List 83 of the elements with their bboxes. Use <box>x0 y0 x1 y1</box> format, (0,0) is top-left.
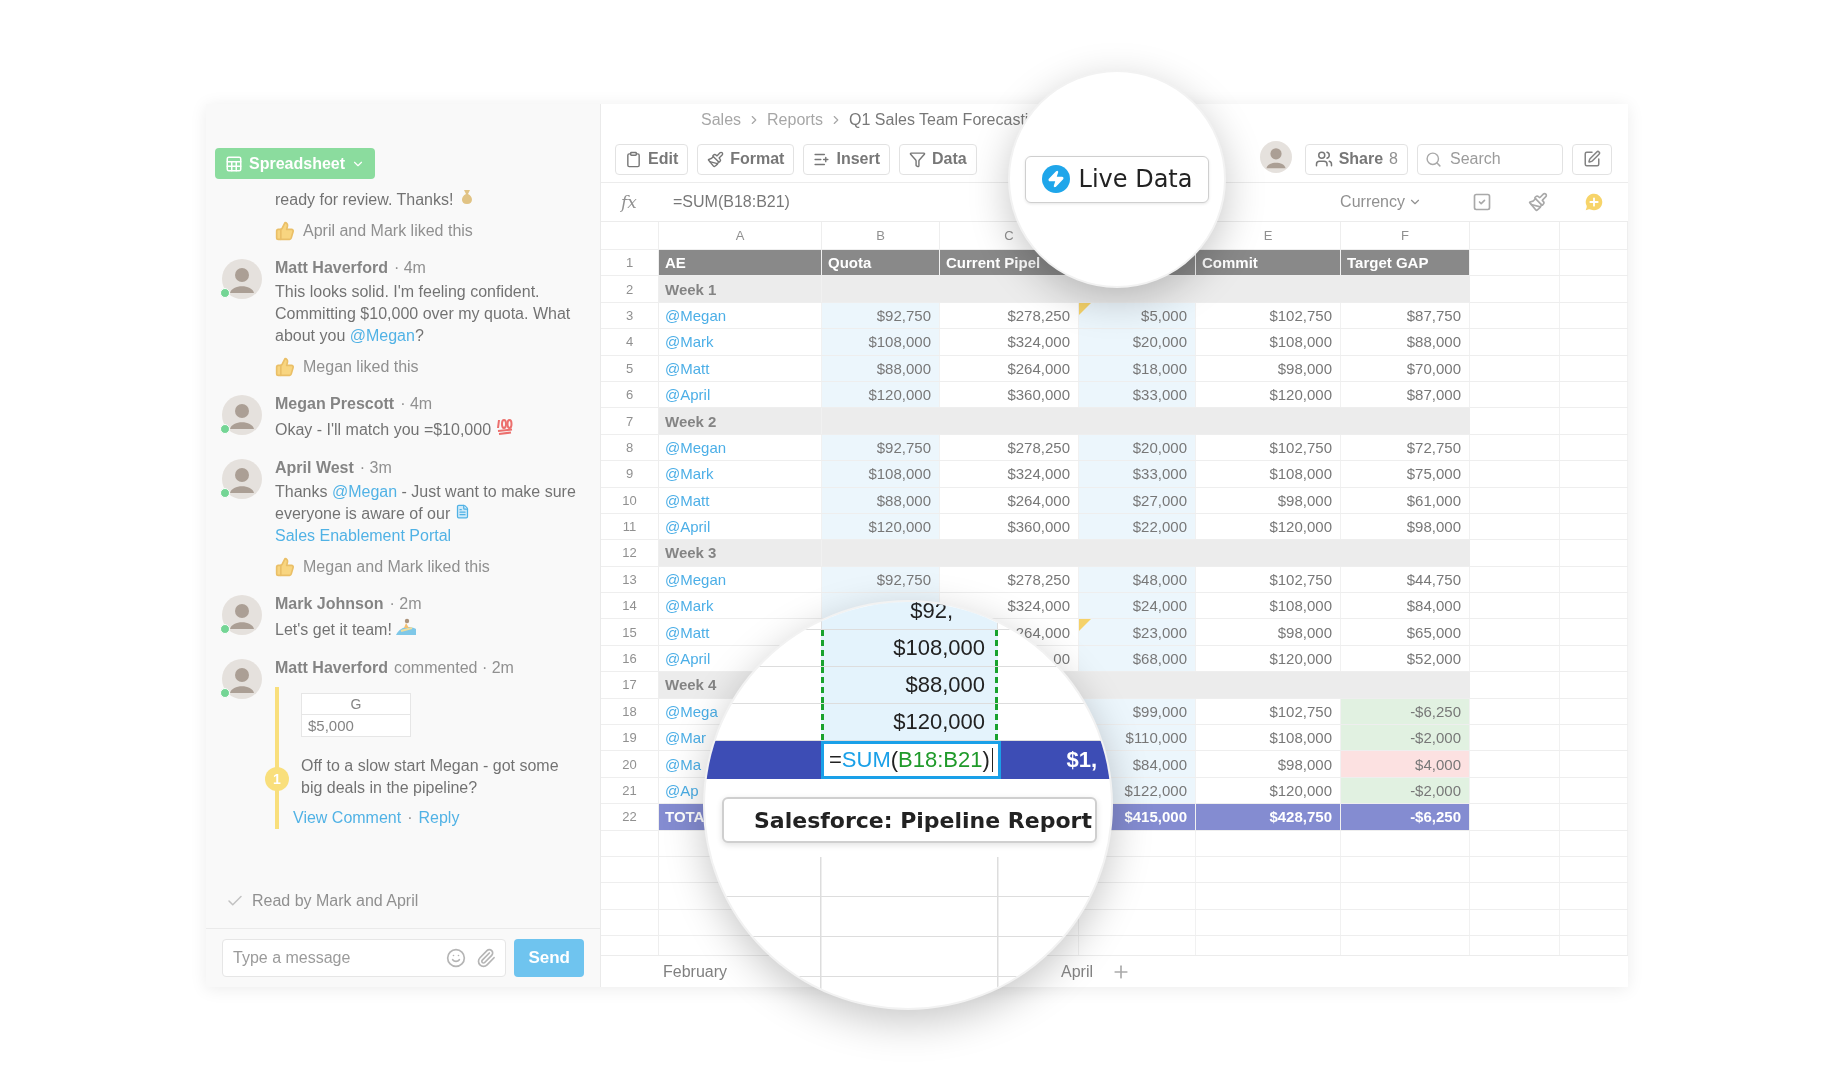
search-field[interactable]: Search <box>1417 143 1563 175</box>
column-title: Target GAP <box>1341 250 1470 276</box>
table-cell: $20,000 <box>1079 434 1196 461</box>
table-cell: $33,000 <box>1079 381 1196 408</box>
table-cell: $22,000 <box>1079 513 1196 540</box>
breadcrumb-link[interactable]: Sales <box>701 111 742 129</box>
table-cell: -$2,000 <box>1341 777 1470 804</box>
table-cell: $108,000 <box>821 630 998 666</box>
separator-dot: · <box>407 809 413 827</box>
author-name: Megan Prescott <box>275 395 395 413</box>
read-receipt: Read by Mark and April <box>252 892 419 910</box>
message-input[interactable]: Type a message <box>222 939 507 977</box>
toolbar-button[interactable]: Format <box>697 143 795 175</box>
table-cell: $27,000 <box>1079 487 1196 513</box>
table-cell: $92,750 <box>822 566 940 593</box>
author-name: April West <box>275 459 354 477</box>
message-time: · 4m <box>393 259 426 277</box>
week-label: Week 2 <box>659 408 822 434</box>
view-comment-link[interactable]: View Comment <box>293 809 402 827</box>
likes-text: Megan and Mark liked this <box>303 558 490 576</box>
message-time: · 2m <box>389 595 422 613</box>
message-time: · 4m <box>400 395 433 413</box>
table-cell: $5,000 <box>1079 302 1196 329</box>
table-cell: $4,000 <box>1341 751 1470 777</box>
toolbar-button[interactable]: Insert <box>803 143 891 175</box>
table-cell: $88,000 <box>822 487 940 513</box>
column-title: Quota <box>822 250 940 276</box>
message-text: This looks solid. I'm feeling confident. Committing $10,000 over my quota. What about you @Megan? <box>275 282 572 346</box>
author-name: Mark Johnson <box>275 595 384 613</box>
table-cell: $120,000 <box>822 513 940 540</box>
table-cell: $120,000 <box>821 704 998 740</box>
table-cell: $92,750 <box>822 434 940 461</box>
live-data-button[interactable]: Live Data <box>1024 155 1210 203</box>
table-cell: $120,000 <box>822 381 940 408</box>
message-time: commented · 2m <box>393 659 514 677</box>
week-label: Week 1 <box>659 276 822 302</box>
cell-value: $5,000 <box>307 716 355 736</box>
toolbar-button[interactable]: Data <box>899 143 977 175</box>
sheet-tab[interactable]: April <box>1053 956 1102 987</box>
breadcrumb-link[interactable]: Reports <box>767 111 824 129</box>
mention-link[interactable]: @Megan <box>349 327 415 344</box>
mention-link[interactable]: @Megan <box>331 483 398 500</box>
table-cell: $108,000 <box>822 329 940 355</box>
table-cell: $18,000 <box>1079 355 1196 381</box>
message-text: Thanks @Megan - Just want to make sure everyone is aware of our Sales Enablement Portal <box>275 482 577 546</box>
comment-badge: 1 <box>265 767 289 791</box>
message-text: Okay - I'll match you =$10,000 <box>275 417 588 441</box>
message-time: · 3m <box>359 459 392 477</box>
sheet-tab[interactable]: February <box>655 956 736 987</box>
author-name: Matt Haverford <box>275 659 388 677</box>
table-cell: -$6,250 <box>1341 698 1470 725</box>
table-cell: $88,000 <box>821 667 998 703</box>
table-cell: $23,000 <box>1079 619 1196 645</box>
currency-dropdown[interactable]: Currency <box>1334 192 1428 212</box>
column-title: Commit <box>1196 250 1341 276</box>
document-link[interactable]: Sales Enablement Portal <box>275 527 452 544</box>
table-cell: $428,750 <box>1196 804 1341 830</box>
reply-link[interactable]: Reply <box>418 809 460 827</box>
send-button[interactable]: Send <box>514 939 584 977</box>
likes-text: Megan liked this <box>303 358 419 376</box>
message-text: ready for review. Thanks! <box>275 187 588 211</box>
fx-label: fx <box>621 192 638 212</box>
table-cell: -$2,000 <box>1341 725 1470 751</box>
table-cell: $33,000 <box>1079 461 1196 487</box>
message-text: Let's get it team! <box>275 617 588 641</box>
column-letter: G <box>302 694 410 715</box>
table-cell: $24,000 <box>1079 593 1196 619</box>
likes-text: April and Mark liked this <box>303 222 473 240</box>
table-cell: $92,750 <box>822 302 940 329</box>
comment-text: Off to a slow start Megan - got some big deals in the pipeline? <box>301 756 560 798</box>
table-cell: $108,000 <box>822 461 940 487</box>
table-cell: $88,000 <box>822 355 940 381</box>
toolbar-button[interactable]: Edit <box>615 143 689 175</box>
share-button[interactable]: Share 8 <box>1304 143 1408 175</box>
column-title: AE <box>659 250 822 276</box>
table-cell: $20,000 <box>1079 329 1196 355</box>
formula-text: =SUM(B18:B21) <box>673 193 791 211</box>
table-cell: $68,000 <box>1079 645 1196 672</box>
week-label: Week 3 <box>659 540 822 566</box>
formula-editor[interactable]: =SUM(B18:B21) <box>821 741 1001 779</box>
table-cell: -$6,250 <box>1341 804 1470 830</box>
table-cell: $48,000 <box>1079 566 1196 593</box>
author-name: Matt Haverford <box>275 259 388 277</box>
